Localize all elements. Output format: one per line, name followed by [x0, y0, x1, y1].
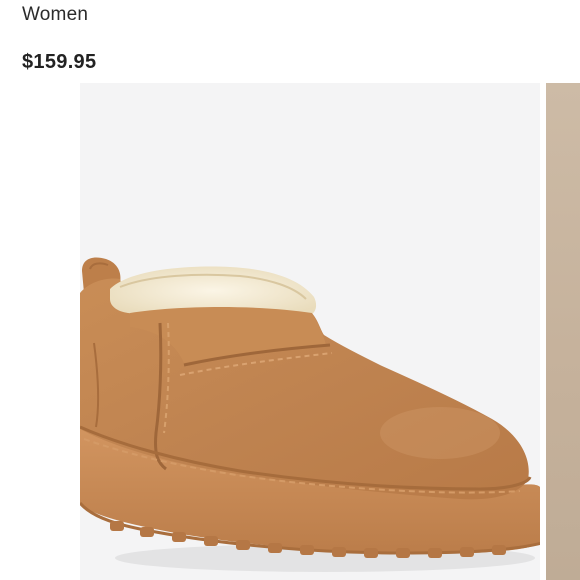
category-label: Women [22, 4, 89, 25]
product-price: $159.95 [22, 51, 97, 73]
next-product-image-peek[interactable] [546, 83, 580, 580]
product-main-image[interactable] [80, 83, 540, 580]
boot-illustration [80, 257, 540, 572]
product-image-gallery[interactable] [0, 83, 580, 580]
